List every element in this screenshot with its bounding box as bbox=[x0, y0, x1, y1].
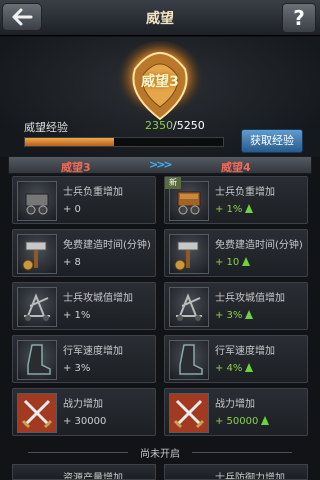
arrows-icon: >>> bbox=[149, 158, 173, 171]
bonus-value-text: + 4% bbox=[215, 363, 243, 374]
bonus-row-build-time: 免费建造时间(分钟) + 8 免费建造时间(分钟) + 10 bbox=[8, 229, 312, 277]
bonus-card-next: 免费建造时间(分钟) + 10 bbox=[164, 229, 308, 277]
up-arrow-icon bbox=[245, 310, 254, 319]
bonus-label: 战力增加 bbox=[63, 399, 103, 410]
up-arrow-icon bbox=[261, 416, 270, 425]
bonus-card-current: 行军速度增加 + 3% bbox=[12, 335, 156, 383]
current-level-label: 威望3 bbox=[61, 161, 91, 174]
prestige-banner: 威望3 威望经验 2350/5250 获取经验 bbox=[0, 37, 320, 157]
bonus-value: + 50000 bbox=[215, 416, 270, 427]
crossed-swords-icon bbox=[169, 393, 209, 433]
exp-progress-fill bbox=[25, 138, 114, 146]
divider-line bbox=[192, 452, 292, 453]
prestige-level-text: 威望3 bbox=[141, 74, 179, 90]
page-title: 威望 bbox=[146, 11, 174, 27]
bonus-value: + 3% bbox=[215, 310, 254, 321]
boot-icon bbox=[17, 340, 57, 380]
bonus-label: 士兵攻城值增加 bbox=[63, 293, 133, 304]
bonus-row-load: 士兵负重增加 + 0 新 士兵负重增加 + 1% bbox=[8, 176, 312, 224]
bonus-value: + 0 bbox=[63, 204, 81, 215]
bonus-label: 士兵防御力增加 bbox=[215, 473, 285, 480]
bonus-card-current: 士兵攻城值增加 + 1% bbox=[12, 282, 156, 330]
bonus-value: + 1% bbox=[63, 310, 91, 321]
locked-divider: 尚未开启 bbox=[8, 444, 312, 460]
bonus-value: + 1% bbox=[215, 204, 254, 215]
bonus-label: 免费建造时间(分钟) bbox=[63, 240, 151, 251]
boot-icon bbox=[169, 340, 209, 380]
bonus-card-next: 战力增加 + 50000 bbox=[164, 388, 308, 436]
new-badge: 新 bbox=[165, 177, 181, 189]
exp-progress-bar bbox=[24, 137, 224, 147]
crossed-swords-icon bbox=[17, 393, 57, 433]
bonus-value: + 30000 bbox=[63, 416, 107, 427]
bonus-label: 战力增加 bbox=[215, 399, 255, 410]
bonus-value-text: + 1% bbox=[215, 204, 243, 215]
bonus-label: 士兵攻城值增加 bbox=[215, 293, 285, 304]
bonus-label: 行军速度增加 bbox=[63, 346, 123, 357]
bonus-row-power: 战力增加 + 30000 战力增加 + 50000 bbox=[8, 388, 312, 436]
bonus-card-current: 士兵负重增加 + 0 bbox=[12, 176, 156, 224]
catapult-icon bbox=[17, 287, 57, 327]
hammer-icon bbox=[17, 234, 57, 274]
bonus-label: 资源产量增加 bbox=[63, 473, 123, 480]
bonus-card-current: 免费建造时间(分钟) + 8 bbox=[12, 229, 156, 277]
bonus-card-next: 新 士兵负重增加 + 1% bbox=[164, 176, 308, 224]
bonus-card-next: 士兵攻城值增加 + 3% bbox=[164, 282, 308, 330]
cart-icon bbox=[17, 181, 57, 221]
exp-value: 2350/5250 bbox=[145, 119, 205, 132]
bonus-label: 免费建造时间(分钟) bbox=[215, 240, 303, 251]
bonus-card-locked: 资源产量增加 bbox=[12, 464, 156, 480]
up-arrow-icon bbox=[242, 257, 251, 266]
exp-total: /5250 bbox=[173, 119, 205, 132]
bonus-card-next: 行军速度增加 + 4% bbox=[164, 335, 308, 383]
gain-exp-button[interactable]: 获取经验 bbox=[241, 129, 303, 153]
bonus-value: + 4% bbox=[215, 363, 254, 374]
bonus-row-march-speed: 行军速度增加 + 3% 行军速度增加 + 4% bbox=[8, 335, 312, 383]
bonus-row-siege: 士兵攻城值增加 + 1% 士兵攻城值增加 + 3% bbox=[8, 282, 312, 330]
top-bar: 威望 ? bbox=[0, 0, 320, 36]
level-compare-header: 威望3 >>> 威望4 bbox=[8, 156, 312, 174]
up-arrow-icon bbox=[245, 363, 254, 372]
exp-label: 威望经验 bbox=[24, 121, 68, 134]
bonus-value: + 3% bbox=[63, 363, 91, 374]
next-level-label: 威望4 bbox=[221, 161, 251, 174]
bonus-label: 士兵负重增加 bbox=[63, 187, 123, 198]
catapult-icon bbox=[169, 287, 209, 327]
up-arrow-icon bbox=[245, 204, 254, 213]
bonus-card-current: 战力增加 + 30000 bbox=[12, 388, 156, 436]
bonus-value-text: + 10 bbox=[215, 257, 240, 268]
bonus-card-locked: 士兵防御力增加 bbox=[164, 464, 308, 480]
hammer-icon bbox=[169, 234, 209, 274]
bonus-value: + 8 bbox=[63, 257, 81, 268]
bonus-label: 行军速度增加 bbox=[215, 346, 275, 357]
bonus-value: + 10 bbox=[215, 257, 251, 268]
bonus-value-text: + 50000 bbox=[215, 416, 259, 427]
bonus-value-text: + 3% bbox=[215, 310, 243, 321]
bonus-label: 士兵负重增加 bbox=[215, 187, 275, 198]
exp-current: 2350 bbox=[145, 119, 173, 132]
help-button[interactable]: ? bbox=[282, 3, 316, 33]
